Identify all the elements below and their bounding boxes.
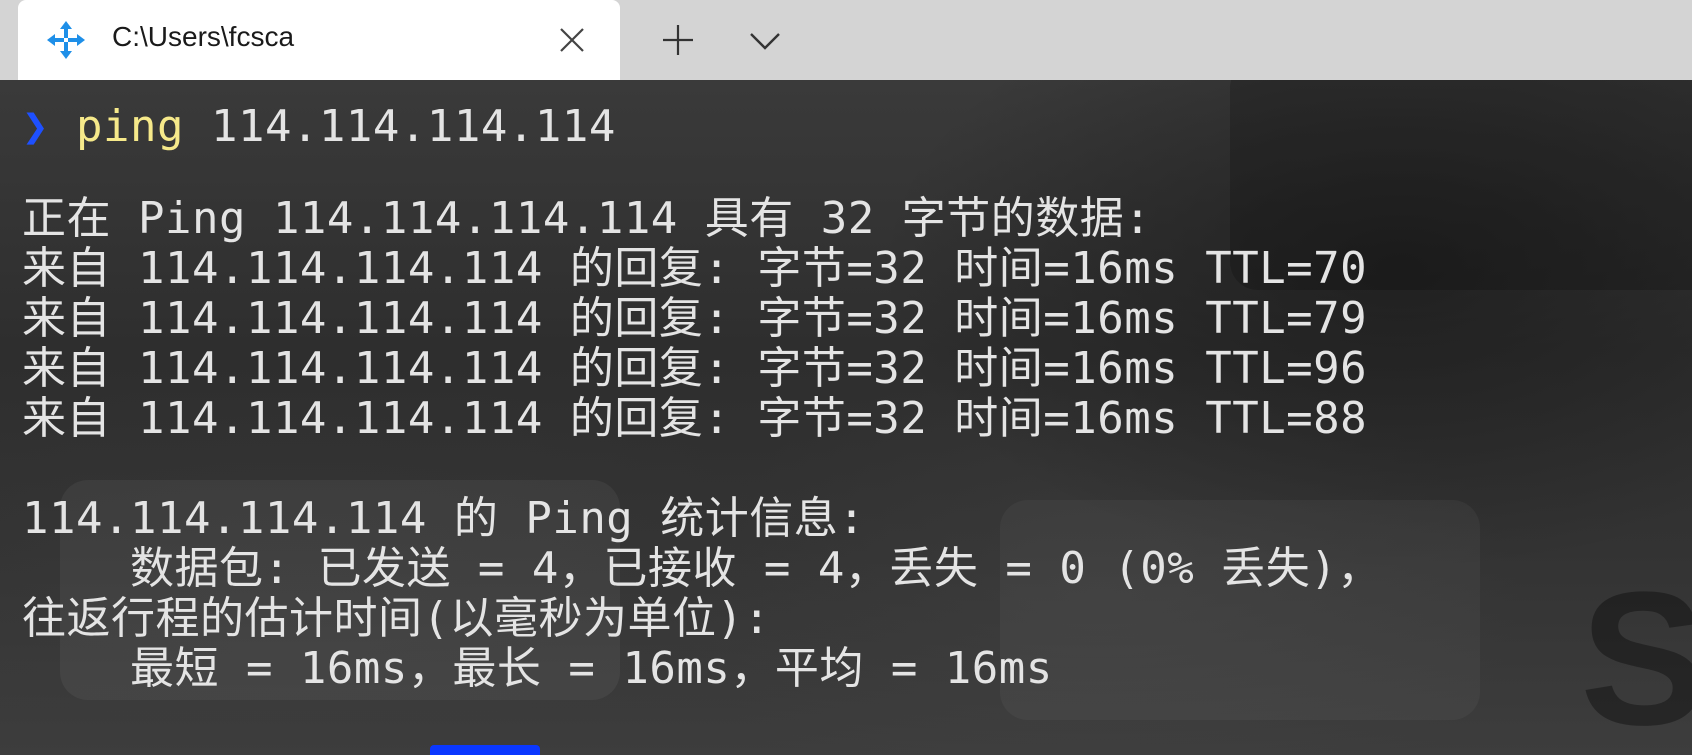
close-icon[interactable] (558, 26, 586, 54)
output-line: 来自 114.114.114.114 的回复: 字节=32 时间=16ms TT… (22, 393, 1368, 444)
output-line: 最短 = 16ms，最长 = 16ms，平均 = 16ms (22, 643, 1053, 694)
command-argument: 114.114.114.114 (183, 101, 616, 152)
terminal-tab[interactable]: C:\Users\fcsca (18, 0, 620, 80)
output-line: 114.114.114.114 的 Ping 统计信息: (22, 493, 866, 544)
prompt-line: ❯ ping 114.114.114.114 (22, 100, 616, 154)
prompt-arrow-icon: ❯ (22, 101, 49, 152)
background-key-letter: S (1580, 553, 1692, 755)
tab-title: C:\Users\fcsca (112, 21, 295, 52)
next-prompt-indicator (430, 745, 540, 755)
app-move-icon (47, 21, 85, 59)
chevron-down-icon[interactable] (748, 24, 782, 56)
terminal-output[interactable]: S ❯ ping 114.114.114.114 正在 Ping 114.114… (0, 80, 1692, 755)
output-line: 来自 114.114.114.114 的回复: 字节=32 时间=16ms TT… (22, 243, 1368, 294)
command-name: ping (76, 101, 184, 152)
output-line: 来自 114.114.114.114 的回复: 字节=32 时间=16ms TT… (22, 293, 1368, 344)
background-key-shape (1000, 500, 1480, 720)
output-line: 往返行程的估计时间(以毫秒为单位): (22, 593, 771, 644)
plus-icon[interactable] (660, 22, 696, 58)
output-line: 正在 Ping 114.114.114.114 具有 32 字节的数据: (22, 193, 1152, 244)
output-line: 数据包: 已发送 = 4，已接收 = 4，丢失 = 0 (0% 丢失)， (22, 543, 1382, 594)
output-line: 来自 114.114.114.114 的回复: 字节=32 时间=16ms TT… (22, 343, 1368, 394)
title-bar: C:\Users\fcsca (0, 0, 1692, 80)
